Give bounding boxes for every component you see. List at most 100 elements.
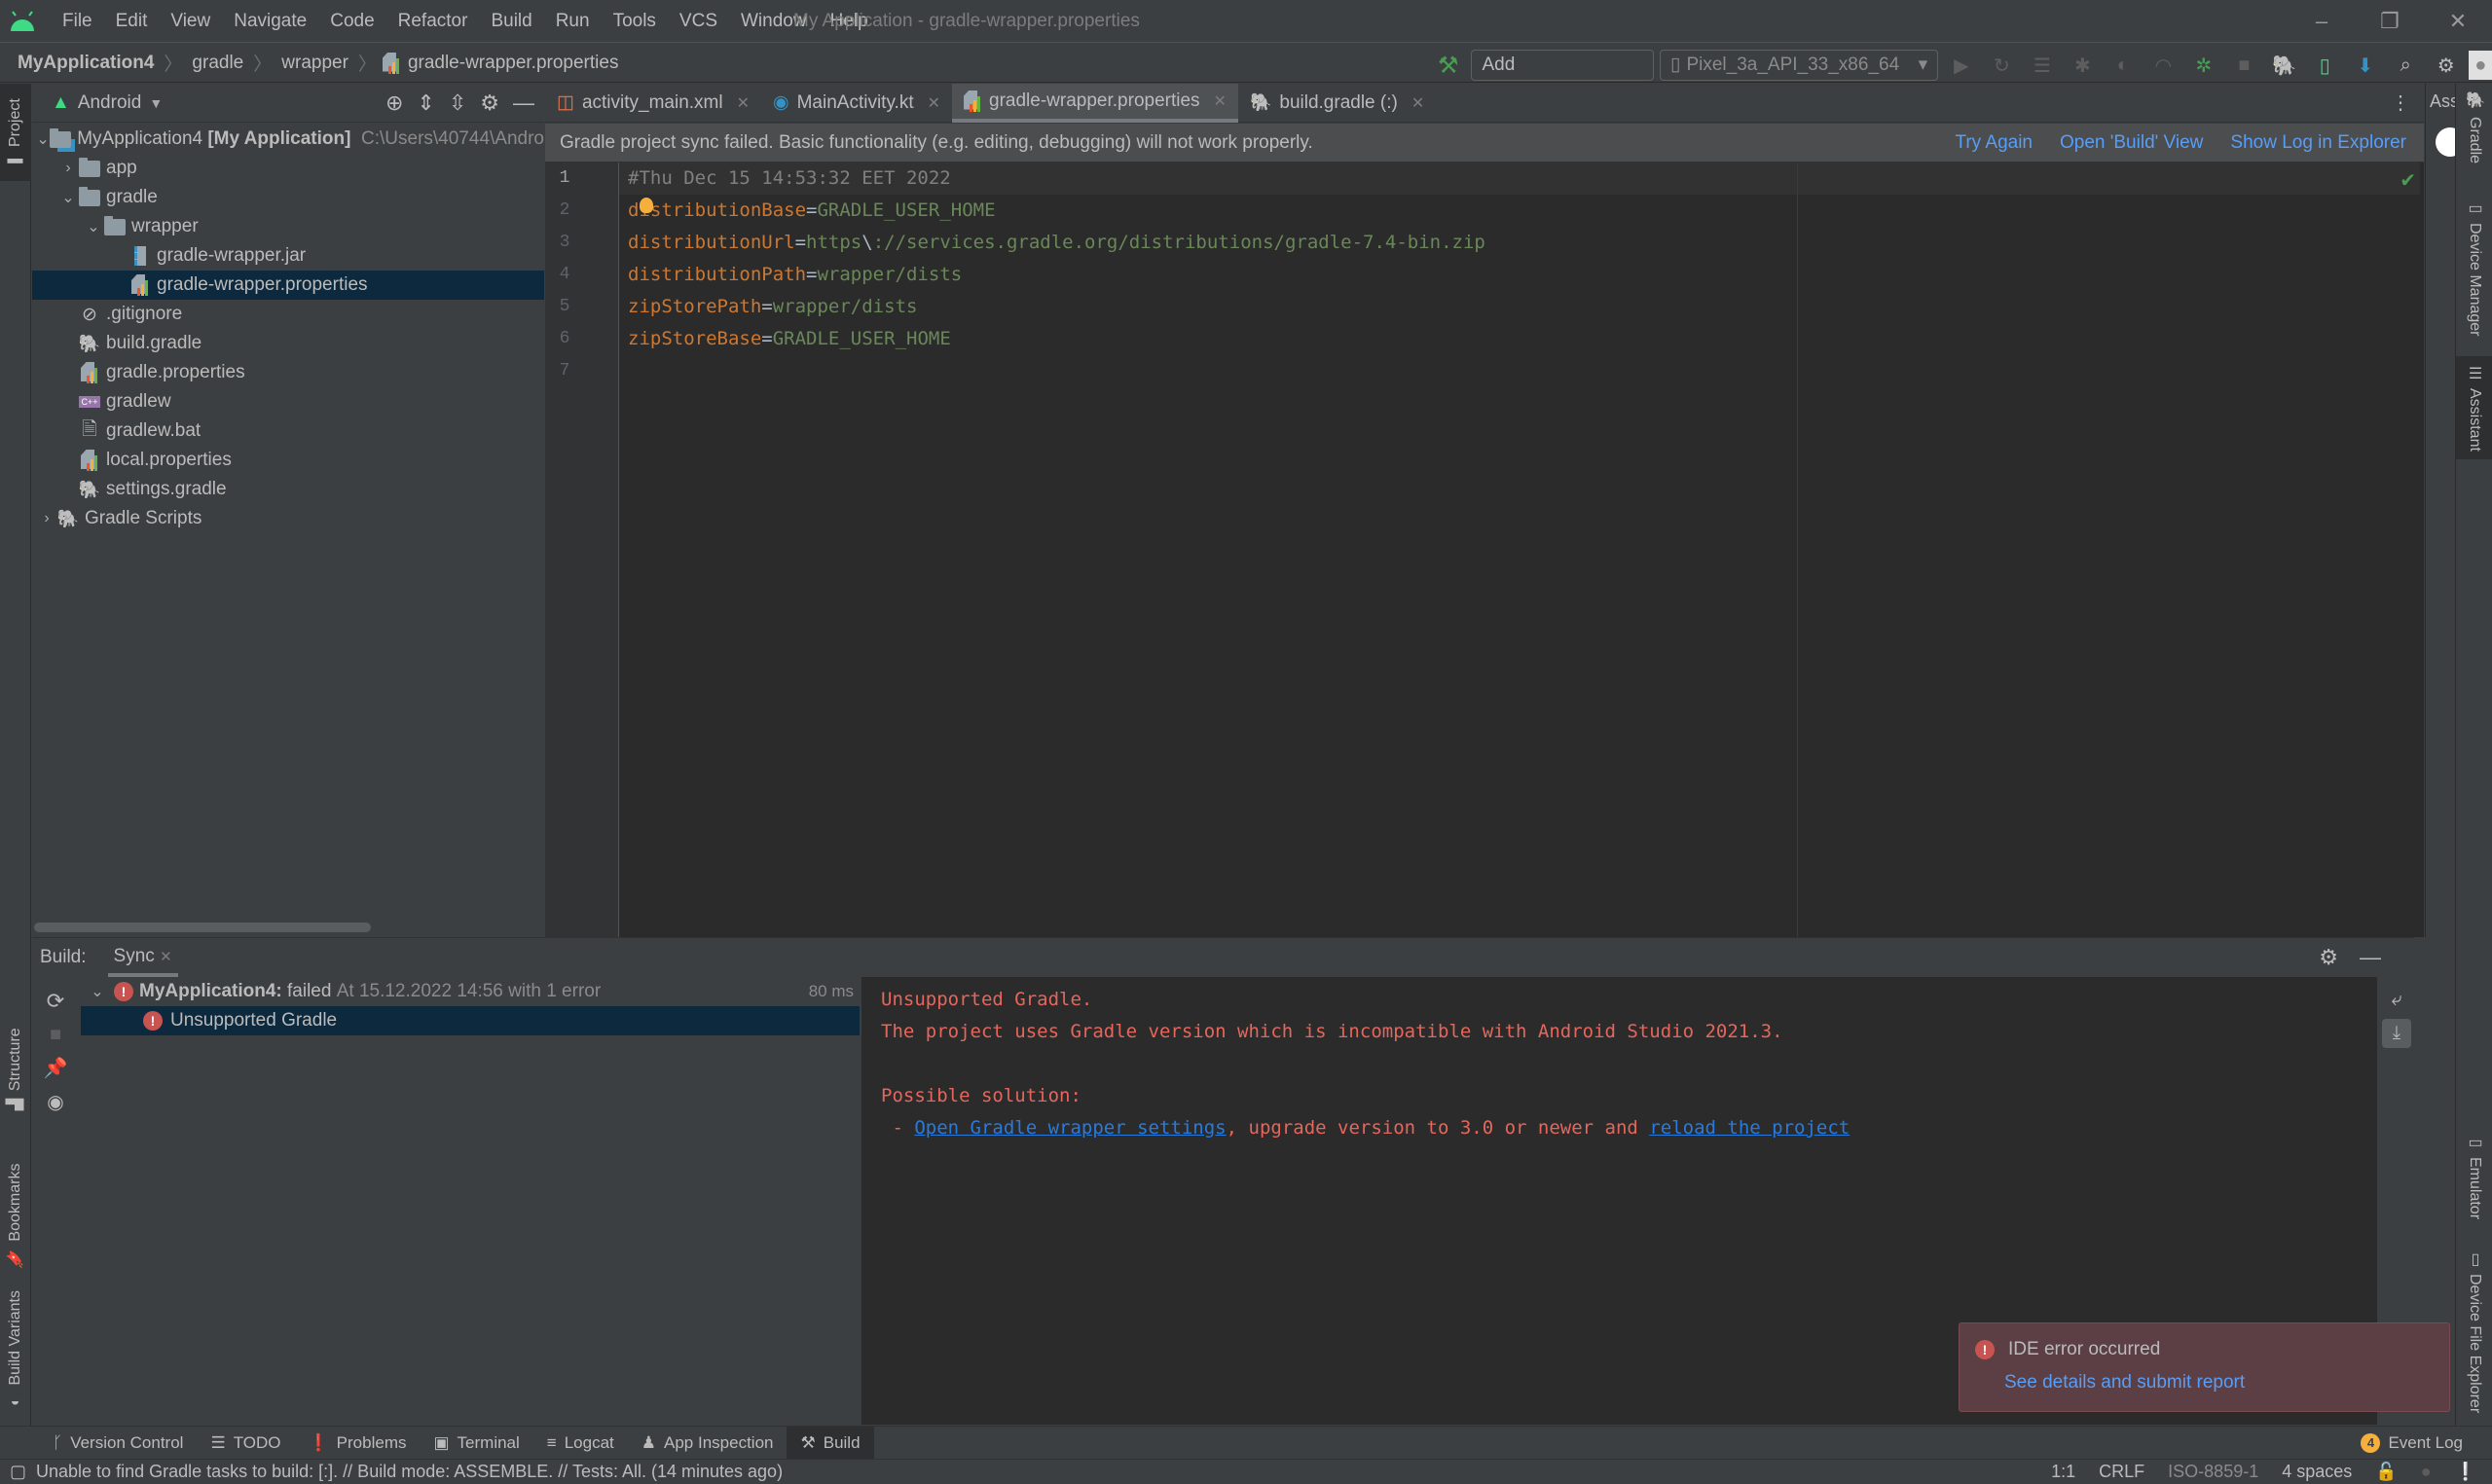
sdk-manager-icon[interactable]: ⬇ [2348,48,2382,83]
horizontal-scrollbar[interactable] [34,923,371,932]
tree-item-gitignore[interactable]: ⊘ .gitignore [32,300,544,329]
breadcrumb-gradle[interactable]: gradle [188,53,247,74]
emulator-tool-tab[interactable]: ▭ Emulator [2456,1125,2492,1227]
add-configuration-button[interactable]: Add Configuration... [1471,50,1654,104]
tab-activity-main-xml[interactable]: ◫ activity_main.xml ✕ [545,84,761,123]
chevron-down-icon[interactable]: ▼ [149,95,163,111]
avatar[interactable]: ● [2469,51,2492,80]
menu-file[interactable]: File [51,0,104,43]
event-log-button[interactable]: 4 Event Log [2347,1427,2476,1460]
close-window-button[interactable]: ✕ [2429,0,2487,43]
run-icon[interactable]: ▶ [1944,48,1978,83]
assistant-tool-tab[interactable]: ☰ Assistant [2456,356,2492,459]
gear-icon[interactable]: ⚙ [2429,48,2463,83]
menu-refactor[interactable]: Refactor [386,0,480,43]
code-editor[interactable]: 1 2 3 4 5 6 7 #Thu Dec 15 14:53:32 EET 2… [545,163,2424,937]
tab-sync[interactable]: Sync ✕ [107,938,178,977]
menu-tools[interactable]: Tools [602,0,668,43]
tree-item-settings-gradle[interactable]: 🐘 settings.gradle [32,475,544,504]
tree-root[interactable]: ⌄ MyApplication4 [My Application] C:\Use… [32,125,544,154]
tool-todo[interactable]: ☰ TODO [197,1427,294,1460]
tree-item-app[interactable]: › app [32,154,544,183]
tool-version-control[interactable]: ᚴ Version Control [39,1427,197,1460]
device-manager-tool-tab[interactable]: ▭ Device Manager [2456,191,2492,344]
tree-item-gradle[interactable]: ⌄ gradle [32,183,544,212]
tab-gradle-wrapper-properties[interactable]: gradle-wrapper.properties ✕ [952,83,1238,123]
device-file-explorer-tool-tab[interactable]: ▯ Device File Explorer [2456,1242,2492,1421]
tool-app-inspection[interactable]: ♟ App Inspection [628,1427,788,1460]
make-project-hammer-icon[interactable]: ⚒ [1431,48,1465,83]
tree-item-gradle-properties[interactable]: gradle.properties [32,358,544,387]
menu-run[interactable]: Run [544,0,602,43]
restore-button[interactable]: ❐ [2361,0,2419,43]
build-tree-root[interactable]: ⌄ ! MyApplication4: failed At 15.12.2022… [81,977,860,1006]
open-gradle-wrapper-settings-link[interactable]: Open Gradle wrapper settings [914,1117,1226,1139]
sync-gradle-icon[interactable]: 🐘 [2267,48,2301,83]
menu-navigate[interactable]: Navigate [222,0,318,43]
tree-item-gradlew[interactable]: C++ gradlew [32,387,544,416]
tool-problems[interactable]: ❗ Problems [295,1427,421,1460]
tool-terminal[interactable]: ▣ Terminal [420,1427,532,1460]
notifications-icon[interactable]: ❕ [2455,1462,2476,1482]
gear-icon[interactable]: ⚙ [2319,945,2338,970]
menu-build[interactable]: Build [479,0,543,43]
locate-file-icon[interactable]: ⊕ [385,90,403,116]
tool-build[interactable]: ⚒ Build [787,1426,874,1460]
breadcrumb-project[interactable]: MyApplication4 [14,53,158,74]
open-build-view-link[interactable]: Open 'Build' View [2060,132,2203,154]
breadcrumb-wrapper[interactable]: wrapper [277,53,352,74]
try-again-link[interactable]: Try Again [1955,132,2033,154]
profile-icon[interactable]: ◠ [2146,48,2180,83]
reload-project-link[interactable]: reload the project [1649,1117,1850,1139]
eye-icon[interactable]: ◉ [32,1090,79,1114]
inspection-status-icon[interactable]: ● [2421,1462,2432,1482]
project-tool-tab[interactable]: ▬ Project [0,84,31,181]
device-selector[interactable]: ▯ Pixel_3a_API_33_x86_64 ▾ [1660,50,1939,81]
intention-bulb-icon[interactable] [640,198,653,213]
tab-build-gradle[interactable]: 🐘 build.gradle (:) ✕ [1238,84,1436,123]
close-tab-icon[interactable]: ✕ [737,93,750,113]
caret-position[interactable]: 1:1 [2051,1462,2075,1482]
soft-wrap-icon[interactable]: ⤶ [2377,989,2416,1011]
no-problems-check-icon[interactable]: ✔ [2400,168,2416,193]
tree-item-wrapper[interactable]: ⌄ wrapper [32,212,544,241]
apply-code-changes-icon[interactable]: ☰ [2025,48,2059,83]
bookmarks-tool-tab[interactable]: 🔖 Bookmarks [0,1154,31,1279]
lock-icon[interactable]: 🔓 [2375,1462,2397,1482]
breadcrumb-file[interactable]: gradle-wrapper.properties [404,53,623,74]
collapse-all-icon[interactable]: ⇳ [449,90,466,116]
stop-icon[interactable]: ■ [2227,48,2261,83]
show-log-link[interactable]: Show Log in Explorer [2230,132,2406,154]
view-selector[interactable]: Android [78,92,142,114]
close-tab-icon[interactable]: ✕ [1214,91,1227,111]
more-tabs-icon[interactable]: ⋮ [2391,90,2410,115]
hide-icon[interactable]: — [513,90,534,116]
search-icon[interactable]: ⌕ [2388,48,2422,83]
line-separator[interactable]: CRLF [2099,1462,2144,1482]
structure-tool-tab[interactable]: ▟ Structure [0,1018,31,1120]
menu-view[interactable]: View [159,0,222,43]
tree-item-local-properties[interactable]: local.properties [32,446,544,475]
tree-item-gradle-wrapper-jar[interactable]: gradle-wrapper.jar [32,241,544,271]
tab-mainactivity-kt[interactable]: ◉ MainActivity.kt ✕ [761,84,952,123]
pin-icon[interactable]: 📌 [32,1056,79,1080]
close-tab-icon[interactable]: ✕ [928,93,940,113]
tool-logcat[interactable]: ≡ Logcat [533,1427,628,1460]
build-variants-tool-tab[interactable]: ◓ Build Variants [0,1281,31,1420]
close-tab-icon[interactable]: ✕ [160,949,172,965]
menu-edit[interactable]: Edit [104,0,160,43]
file-encoding[interactable]: ISO-8859-1 [2168,1462,2258,1482]
tree-item-gradlew-bat[interactable]: 🗎 gradlew.bat [32,416,544,446]
attach-debugger-icon[interactable]: ✲ [2186,48,2220,83]
tree-item-gradle-scripts[interactable]: › 🐘 Gradle Scripts [32,504,544,533]
debug-icon[interactable]: ✱ [2066,48,2100,83]
close-tab-icon[interactable]: ✕ [1411,93,1424,113]
stop-icon[interactable]: ■ [32,1024,79,1046]
see-details-link[interactable]: See details and submit report [2004,1372,2245,1394]
minimize-button[interactable]: – [2292,0,2351,43]
device-manager-icon[interactable]: ▯ [2307,48,2341,83]
menu-vcs[interactable]: VCS [668,0,729,43]
scroll-to-end-icon[interactable]: ⤓ [2382,1019,2411,1048]
run-coverage-icon[interactable]: ◐ [2106,48,2140,83]
tree-item-build-gradle[interactable]: 🐘 build.gradle [32,329,544,358]
